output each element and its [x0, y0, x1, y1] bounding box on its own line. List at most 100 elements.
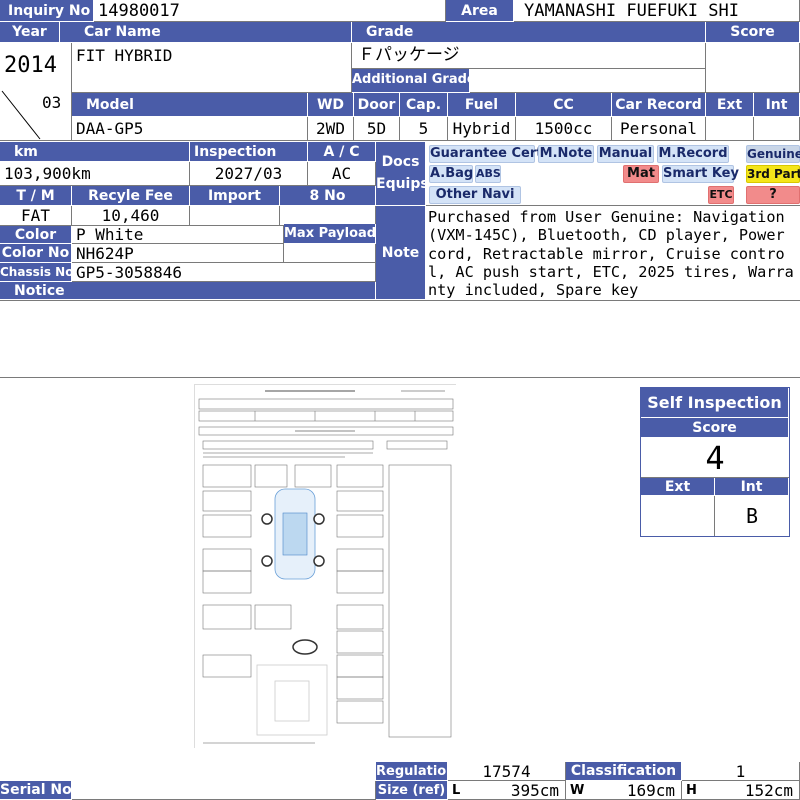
inquiry-number: 14980017 — [94, 0, 446, 22]
ext-value — [706, 117, 754, 141]
manual-badge: Manual — [597, 145, 654, 163]
year-value: 2014 — [4, 53, 57, 78]
notice-label: Notice — [0, 282, 376, 300]
docs-equips-label: Docs Equips — [376, 142, 426, 206]
condition-sheet-drawing — [195, 385, 457, 749]
classification-value: 1 — [682, 762, 800, 781]
size-l-value: 395cm — [510, 781, 559, 800]
color-value: P White — [72, 226, 284, 244]
ac-value: AC — [308, 162, 376, 186]
max-payload-label: Max Payload — [284, 224, 376, 244]
equips-label: Equips — [376, 176, 426, 192]
self-inspection-title: Self Inspection — [641, 388, 789, 418]
ac-label: A / C — [308, 142, 376, 162]
mat-badge: Mat — [623, 165, 659, 183]
int-label: Int — [754, 93, 800, 117]
recycle-fee-value: 10,460 — [72, 206, 190, 226]
notice-area — [0, 300, 800, 378]
inquiry-label: Inquiry No — [0, 0, 94, 22]
cap-value: 5 — [400, 117, 448, 141]
self-inspection-box: Self Inspection Score 4 Ext Int B — [640, 387, 790, 537]
note-label: Note — [376, 206, 426, 300]
self-score-value: 4 — [641, 438, 789, 478]
score-label: Score — [706, 22, 800, 43]
door-label: Door — [354, 93, 400, 117]
self-int-label: Int — [715, 478, 789, 496]
auction-sheet: Inquiry No 14980017 Area YAMANASHI FUEFU… — [0, 0, 800, 800]
month-value: 03 — [42, 93, 62, 112]
int-value — [754, 117, 800, 141]
size-h-cell: H 152cm — [682, 781, 800, 800]
etc-badge: ETC — [708, 186, 734, 204]
area-label: Area — [446, 0, 514, 22]
area-value: YAMANASHI FUEFUKI SHI — [514, 0, 800, 22]
ext-label: Ext — [706, 93, 754, 117]
car-record-value: Personal — [612, 117, 706, 141]
additional-grade-label: Additional Grade — [352, 69, 470, 93]
size-l-cell: L 395cm — [448, 781, 566, 800]
car-name-value: FIT HYBRID — [72, 43, 352, 93]
size-h-label: H — [686, 783, 697, 798]
self-score-label: Score — [641, 418, 789, 438]
car-record-label: Car Record — [612, 93, 706, 117]
guarantee-cert-badge: Guarantee Cert — [429, 145, 543, 163]
model-value: DAA-GP5 — [72, 117, 308, 141]
fuel-value: Hybrid — [448, 117, 516, 141]
model-label: Model — [72, 93, 308, 117]
tm-value: FAT — [0, 206, 72, 226]
color-label: Color — [0, 226, 72, 244]
additional-grade-value — [470, 69, 706, 93]
m-record-badge: M.Record — [657, 145, 729, 163]
eight-no-label: 8 No — [280, 186, 376, 206]
import-label: Import — [190, 186, 280, 206]
a-bag-badge: A.Bag — [429, 165, 474, 183]
note-text: Purchased from User Genuine: Navigation … — [428, 208, 794, 300]
classification-label: Classification — [566, 762, 682, 781]
cc-label: CC — [516, 93, 612, 117]
self-int-value: B — [745, 504, 759, 528]
smart-key-badge: Smart Key — [662, 165, 739, 183]
regulation-value: 17574 — [448, 762, 566, 781]
size-w-cell: W 169cm — [566, 781, 682, 800]
max-payload-value — [284, 244, 376, 263]
self-ext-value — [641, 496, 715, 536]
condition-check-sheet-image — [194, 384, 457, 749]
grade-value: Ｆパッケージ — [352, 43, 706, 69]
regulation-label: Regulation — [376, 762, 448, 781]
grade-label: Grade — [352, 22, 706, 43]
wd-value: 2WD — [308, 117, 354, 141]
m-note-badge: M.Note — [538, 145, 594, 163]
inspection-value: 2027/03 — [190, 162, 308, 186]
serial-no-value — [72, 781, 376, 800]
chassis-no-value: GP5-3058846 — [72, 263, 376, 282]
size-w-label: W — [570, 783, 585, 798]
chassis-no-label: Chassis No — [0, 263, 72, 282]
km-value: 103,900km — [0, 162, 190, 186]
cc-value: 1500cc — [516, 117, 612, 141]
car-name-label: Car Name — [60, 22, 352, 43]
other-navi-badge: Other Navi — [429, 186, 521, 204]
cap-label: Cap. — [400, 93, 448, 117]
wd-label: WD — [308, 93, 354, 117]
eight-no-value — [280, 206, 376, 226]
door-value: 5D — [354, 117, 400, 141]
docs-label: Docs — [381, 154, 420, 170]
color-no-label: Color No — [0, 244, 72, 263]
tm-label: T / M — [0, 186, 72, 206]
self-ext-label: Ext — [641, 478, 715, 496]
size-h-value: 152cm — [744, 781, 793, 800]
fuel-label: Fuel — [448, 93, 516, 117]
import-value — [190, 206, 280, 226]
km-label: km — [0, 142, 190, 162]
inspection-label: Inspection — [190, 142, 308, 162]
color-no-value: NH624P — [72, 244, 284, 263]
serial-no-label: Serial No — [0, 781, 72, 800]
size-l-label: L — [452, 783, 461, 798]
question-badge: ? — [746, 186, 800, 204]
size-ref-label: Size (ref) — [376, 781, 448, 800]
third-party-badge: 3rd Party — [746, 165, 800, 183]
size-w-value: 169cm — [626, 781, 675, 800]
abs-badge: ABS — [475, 165, 501, 183]
year-label: Year — [0, 22, 60, 43]
genuine-badge: Genuine — [746, 145, 800, 163]
